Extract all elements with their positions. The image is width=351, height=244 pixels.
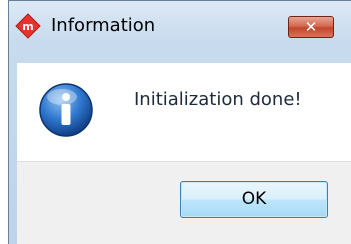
app-logo-icon: m	[15, 13, 41, 39]
svg-text:m: m	[22, 20, 33, 33]
ok-button[interactable]: OK	[180, 181, 328, 218]
ok-button-label: OK	[241, 189, 267, 209]
window-title: Information	[51, 15, 156, 36]
background-edge	[0, 0, 8, 244]
close-button[interactable]: ✕	[288, 16, 334, 38]
info-icon	[39, 83, 93, 137]
close-icon: ✕	[304, 18, 318, 36]
dialog-message: Initialization done!	[134, 89, 302, 110]
